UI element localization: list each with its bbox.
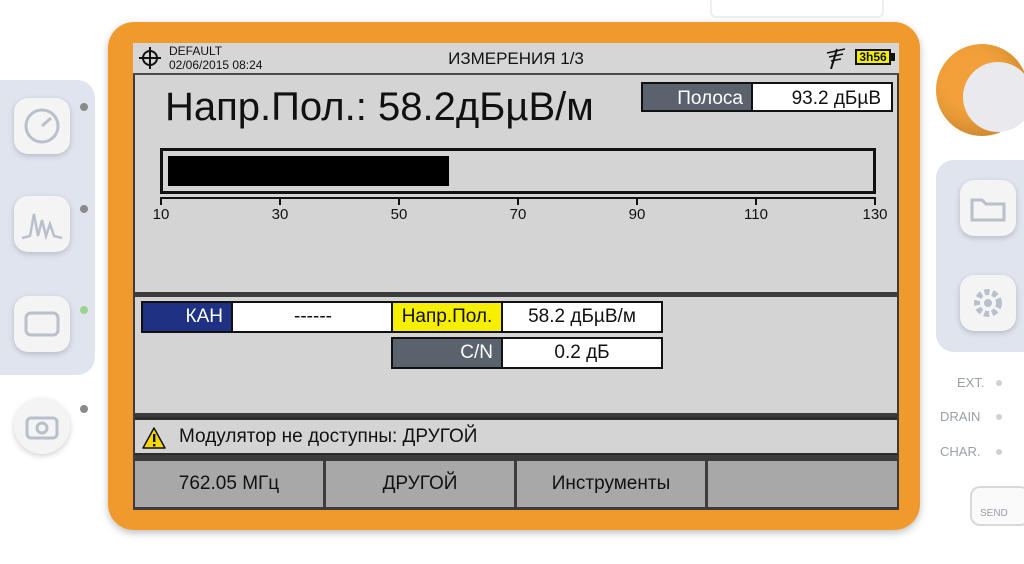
- scale-tick-label: 10: [152, 206, 170, 223]
- ext-label: EXT.: [957, 375, 985, 390]
- screen-button[interactable]: [14, 296, 70, 352]
- gauge-button[interactable]: [14, 98, 70, 154]
- warning-icon: [142, 427, 166, 449]
- level-bar-fill: [168, 156, 449, 186]
- scale-tick-label: 130: [862, 206, 888, 223]
- charge-label: CHAR.: [940, 444, 981, 459]
- field-strength-readout: Напр.Пол.: 58.2дБµВ/м: [165, 85, 594, 130]
- status-led-active: [80, 306, 88, 314]
- camera-icon: [25, 416, 59, 440]
- scale-tick-label: 50: [390, 206, 408, 223]
- field-strength-cell-value: 58.2 дБµВ/м: [501, 301, 663, 333]
- scale-tick: [279, 197, 281, 205]
- level-bar: [160, 148, 876, 194]
- charge-led: [996, 449, 1002, 455]
- field-strength-value: 58.2: [377, 85, 456, 129]
- scale-tick-label: 90: [628, 206, 646, 223]
- spectrum-button[interactable]: [14, 196, 70, 252]
- scale-tick-label: 70: [509, 206, 527, 223]
- warning-text: Модулятор не доступны: ДРУГОЙ: [179, 426, 478, 447]
- status-led: [80, 205, 88, 213]
- empty-softkey[interactable]: [708, 461, 897, 507]
- screen-title: ИЗМЕРЕНИЯ 1/3: [448, 49, 584, 68]
- gear-icon: [974, 289, 1002, 317]
- frequency-softkey[interactable]: 762.05 МГц: [135, 461, 323, 507]
- field-strength-cell-label: Напр.Пол.: [391, 301, 503, 333]
- drain-led: [996, 414, 1002, 420]
- status-led: [80, 103, 88, 111]
- channel-panel: КАН ------ Напр.Пол. 58.2 дБµВ/м C/N 0.2…: [135, 297, 897, 413]
- settings-button[interactable]: [960, 275, 1016, 331]
- warning-bar: Модулятор не доступны: ДРУГОЙ: [135, 417, 897, 455]
- cn-label: C/N: [391, 337, 503, 369]
- scale-tick: [755, 197, 757, 205]
- scale-tick: [160, 197, 162, 205]
- scale-tick: [398, 197, 400, 205]
- measurement-panel: Напр.Пол.: 58.2дБµВ/м Полоса 93.2 дБµВ 1…: [135, 75, 897, 292]
- instrument-screen: DEFAULT 02/06/2015 08:24 ИЗМЕРЕНИЯ 1/3 3…: [133, 43, 899, 510]
- folder-icon: [970, 198, 1006, 222]
- camera-button[interactable]: [14, 398, 70, 454]
- scale-tick-label: 110: [744, 206, 768, 223]
- band-value: 93.2 дБµВ: [751, 82, 893, 112]
- channel-value[interactable]: ------: [231, 301, 395, 333]
- band-label: Полоса: [641, 82, 753, 112]
- field-strength-unit: дБµВ/м: [455, 85, 594, 129]
- field-strength-label: Напр.Пол.:: [165, 85, 367, 129]
- battery-icon: 3h56: [855, 49, 891, 65]
- ext-led: [996, 380, 1002, 386]
- status-bar: DEFAULT 02/06/2015 08:24 ИЗМЕРЕНИЯ 1/3 3…: [133, 43, 899, 75]
- scale-tick: [874, 197, 876, 205]
- gauge-icon: [24, 108, 60, 144]
- device-top-decoration: [710, 0, 884, 18]
- tools-softkey[interactable]: Инструменты: [517, 461, 705, 507]
- send-button[interactable]: SEND: [970, 486, 1024, 526]
- scale-tick: [636, 197, 638, 205]
- cn-value: 0.2 дБ: [501, 337, 663, 369]
- screen-icon: [24, 311, 60, 337]
- softkey-bar: 762.05 МГц ДРУГОЙ Инструменты: [133, 458, 899, 510]
- antenna-icon: [826, 48, 846, 69]
- rotary-knob-center: [963, 62, 1024, 132]
- battery-tip: [891, 53, 895, 61]
- folder-button[interactable]: [960, 180, 1016, 236]
- standard-softkey[interactable]: ДРУГОЙ: [326, 461, 514, 507]
- scale-tick-label: 30: [271, 206, 289, 223]
- scale-tick: [517, 197, 519, 205]
- status-led: [80, 405, 88, 413]
- spectrum-icon: [21, 213, 63, 241]
- drain-label: DRAIN: [940, 409, 981, 424]
- channel-label: КАН: [141, 301, 233, 333]
